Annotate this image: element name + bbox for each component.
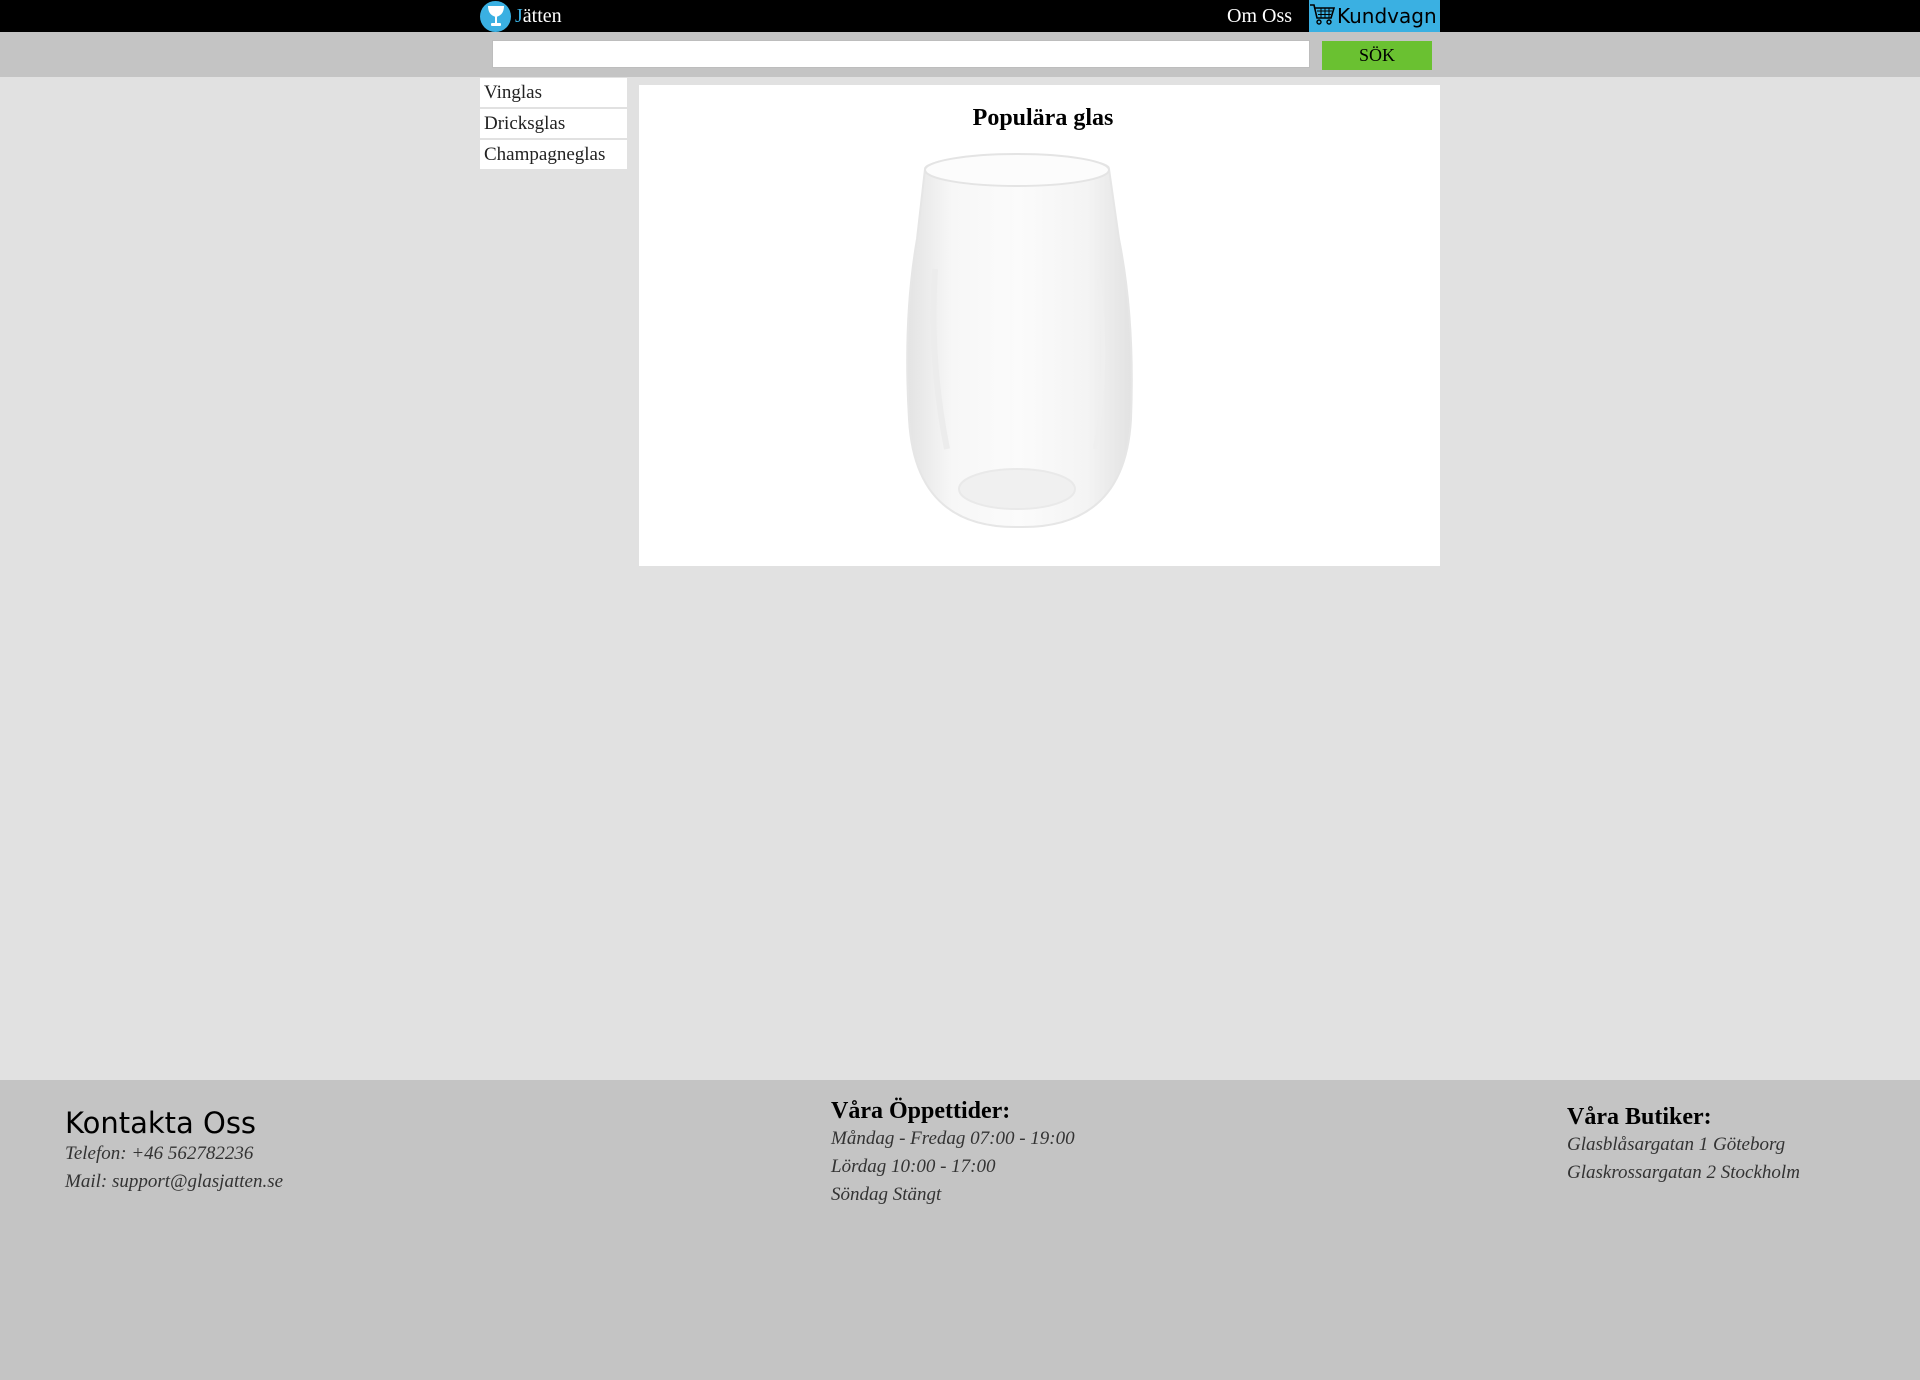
footer-hours-heading: Våra Öppettider: [831,1098,1011,1124]
footer-hours-saturday: Lördag 10:00 - 17:00 [831,1156,996,1177]
cart-label: Kundvagn [1337,4,1437,28]
footer-contact-phone: Telefon: +46 562782236 [65,1143,254,1164]
footer-stores: Våra Butiker: Glasblåsargatan 1 Göteborg… [1567,1103,1800,1187]
footer-contact: Kontakta Oss Telefon: +46 562782236 Mail… [65,1106,283,1196]
footer-contact-heading: Kontakta Oss [65,1106,257,1140]
footer-hours: Våra Öppettider: Måndag - Fredag 07:00 -… [831,1097,1075,1209]
footer-hours-sunday: Söndag Stängt [831,1184,942,1205]
search-bar: SÖK [0,32,1920,77]
wine-glass-icon [480,0,511,32]
sidebar-item-dricksglas[interactable]: Dricksglas [480,109,627,138]
brand-name: Jätten [515,4,562,27]
sidebar-item-vinglas[interactable]: Vinglas [480,78,627,107]
section-title: Populära glas [972,105,1114,131]
category-sidebar: Vinglas Dricksglas Champagneglas [480,78,627,171]
search-input[interactable] [492,40,1310,68]
footer-store-stockholm: Glaskrossargatan 2 Stockholm [1567,1162,1800,1183]
brand-logo-link[interactable]: Jätten [480,0,562,32]
cart-button[interactable]: Kundvagn [1309,0,1440,32]
footer-store-gothenburg: Glasblåsargatan 1 Göteborg [1567,1134,1786,1155]
footer-contact-email[interactable]: Mail: support@glasjatten.se [65,1168,283,1196]
footer-hours-weekday: Måndag - Fredag 07:00 - 19:00 [831,1128,1075,1149]
shopping-cart-icon [1309,2,1336,31]
sidebar-item-champagneglas[interactable]: Champagneglas [480,140,627,169]
nav-about-link[interactable]: Om Oss [1227,5,1292,28]
top-navigation-bar: Jätten Om Oss Kundvagn [0,0,1920,32]
footer-stores-heading: Våra Butiker: [1567,1104,1712,1130]
page-footer: Kontakta Oss Telefon: +46 562782236 Mail… [0,1080,1920,1380]
product-image-glass[interactable] [899,149,1199,554]
popular-products-panel: Populära glas [639,85,1440,566]
search-button[interactable]: SÖK [1322,41,1432,70]
